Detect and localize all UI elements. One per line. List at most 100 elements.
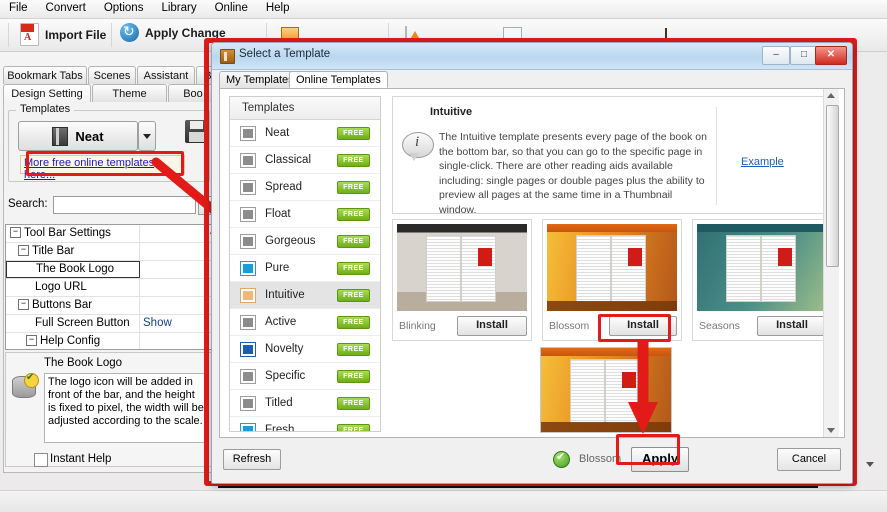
menu-item-convert[interactable]: Convert: [37, 0, 95, 16]
menu-item-file[interactable]: File: [0, 0, 37, 16]
template-thumbnails-grid: Blinking Install Blossom Install Seasons…: [392, 219, 832, 433]
templates-list-header: Templates: [230, 97, 380, 120]
free-badge: FREE: [337, 424, 370, 431]
table-row[interactable]: − Buttons Bar: [6, 297, 211, 315]
scroll-down-arrow-icon[interactable]: [827, 428, 835, 433]
tree-label: Title Bar: [32, 245, 75, 257]
collapse-icon[interactable]: −: [18, 245, 29, 257]
import-file-button[interactable]: Import File: [20, 23, 106, 46]
tab-label: Boo: [183, 88, 203, 100]
help-body-text: The logo icon will be added in front of …: [44, 373, 208, 443]
green-check-icon: [553, 450, 570, 468]
preview-page-right: [760, 235, 797, 302]
tree-node-label: The Book Logo: [6, 261, 140, 278]
table-row[interactable]: Full Screen Button Show: [6, 315, 211, 333]
tree-label: The Book Logo: [36, 263, 115, 275]
instant-help-checkbox[interactable]: [34, 453, 48, 467]
template-thumb-icon: [240, 179, 256, 195]
left-panel-tabs-row2: Design Setting Theme Boo: [3, 84, 218, 103]
list-item[interactable]: Specific FREE: [230, 363, 380, 390]
template-preview-image: [697, 224, 827, 311]
table-row[interactable]: The Book Logo: [6, 261, 211, 279]
close-button[interactable]: ✕: [815, 46, 847, 65]
list-item[interactable]: Gorgeous FREE: [230, 228, 380, 255]
menu-item-help[interactable]: Help: [257, 0, 299, 16]
menu-bar: File Convert Options Library Online Help: [0, 0, 887, 19]
list-item[interactable]: Spread FREE: [230, 174, 380, 201]
free-badge: FREE: [337, 181, 370, 194]
minimize-button[interactable]: –: [762, 46, 790, 65]
list-item-selected[interactable]: Intuitive FREE: [230, 282, 380, 309]
dialog-footer: Refresh Blossom Apply Cancel: [219, 439, 845, 477]
menu-label: Online: [214, 2, 248, 14]
tab-bookmark-tabs[interactable]: Bookmark Tabs: [3, 66, 87, 84]
collapse-icon[interactable]: −: [10, 227, 21, 239]
table-row[interactable]: − Help Config: [6, 333, 211, 349]
scroll-down-arrow-icon[interactable]: [866, 462, 874, 467]
refresh-button[interactable]: Refresh: [223, 449, 281, 470]
tab-online-templates[interactable]: Online Templates: [289, 71, 388, 88]
template-name: Neat: [265, 127, 290, 139]
example-link[interactable]: Example: [741, 156, 784, 168]
scroll-up-arrow-icon[interactable]: [827, 93, 835, 98]
list-item[interactable]: Float FREE: [230, 201, 380, 228]
list-item[interactable]: Classical FREE: [230, 147, 380, 174]
tab-theme[interactable]: Theme: [92, 84, 167, 102]
template-name: Novelty: [265, 343, 304, 355]
list-item[interactable]: Pure FREE: [230, 255, 380, 282]
list-item[interactable]: Neat FREE: [230, 120, 380, 147]
list-item[interactable]: Titled FREE: [230, 390, 380, 417]
install-button[interactable]: Install: [757, 316, 827, 336]
tab-scenes[interactable]: Scenes: [88, 66, 136, 84]
scrollbar-thumb[interactable]: [826, 105, 839, 267]
menu-item-online[interactable]: Online: [206, 0, 257, 16]
template-name: Classical: [265, 154, 312, 166]
tree-value[interactable]: Show: [140, 315, 211, 332]
free-badge: FREE: [337, 235, 370, 248]
highlight-box-apply-button: [616, 434, 680, 465]
current-template-button[interactable]: Neat: [18, 121, 138, 151]
content-scrollbar[interactable]: [823, 89, 839, 437]
templates-list[interactable]: Templates Neat FREE Classical FREE Spread F…: [229, 96, 381, 432]
preview-page-left: [575, 235, 612, 302]
menu-label: Help: [265, 2, 290, 14]
dialog-title-bar: Select a Template – □ ✕: [212, 43, 852, 70]
tab-assistant[interactable]: Assistant: [137, 66, 195, 84]
preview-page-left: [725, 235, 762, 302]
cancel-button[interactable]: Cancel: [777, 448, 841, 471]
list-item[interactable]: Active FREE: [230, 309, 380, 336]
free-badge: FREE: [337, 289, 370, 302]
divider: [716, 107, 717, 205]
template-dropdown-button[interactable]: [138, 121, 156, 151]
dialog-tabs: My Templates Online Templates: [219, 71, 845, 89]
help-title: The Book Logo: [44, 357, 123, 369]
tab-label: Assistant: [143, 70, 189, 82]
tree-label: Buttons Bar: [32, 299, 93, 311]
tab-label: Design Setting: [11, 88, 83, 100]
list-item[interactable]: Fresh FREE: [230, 417, 380, 431]
table-row[interactable]: Logo URL: [6, 279, 211, 297]
thumbnail-card-blinking[interactable]: Blinking Install: [392, 219, 532, 341]
import-file-label: Import File: [45, 27, 107, 42]
selected-template-name: Blossom: [579, 453, 622, 465]
tab-design-setting[interactable]: Design Setting: [3, 84, 91, 102]
tree-label: Tool Bar Settings: [24, 227, 111, 239]
menu-item-options[interactable]: Options: [95, 0, 153, 16]
free-badge: FREE: [337, 262, 370, 275]
arrow-install-to-apply-icon: [628, 342, 658, 434]
tree-label: Help Config: [40, 335, 101, 347]
apply-change-icon: [120, 23, 139, 42]
tree-node-label: − Help Config: [6, 333, 140, 349]
info-tail: [409, 153, 419, 161]
thumbnail-card-seasons[interactable]: Seasons Install: [692, 219, 832, 341]
book-icon: [220, 49, 235, 64]
template-thumb-icon: [240, 125, 256, 141]
current-template-label: Neat: [75, 128, 104, 144]
free-badge: FREE: [337, 343, 370, 356]
collapse-icon[interactable]: −: [26, 335, 37, 347]
install-button[interactable]: Install: [457, 316, 527, 336]
collapse-icon[interactable]: −: [18, 299, 29, 311]
list-item[interactable]: Novelty FREE: [230, 336, 380, 363]
maximize-button[interactable]: □: [790, 46, 818, 65]
menu-item-library[interactable]: Library: [152, 0, 205, 16]
